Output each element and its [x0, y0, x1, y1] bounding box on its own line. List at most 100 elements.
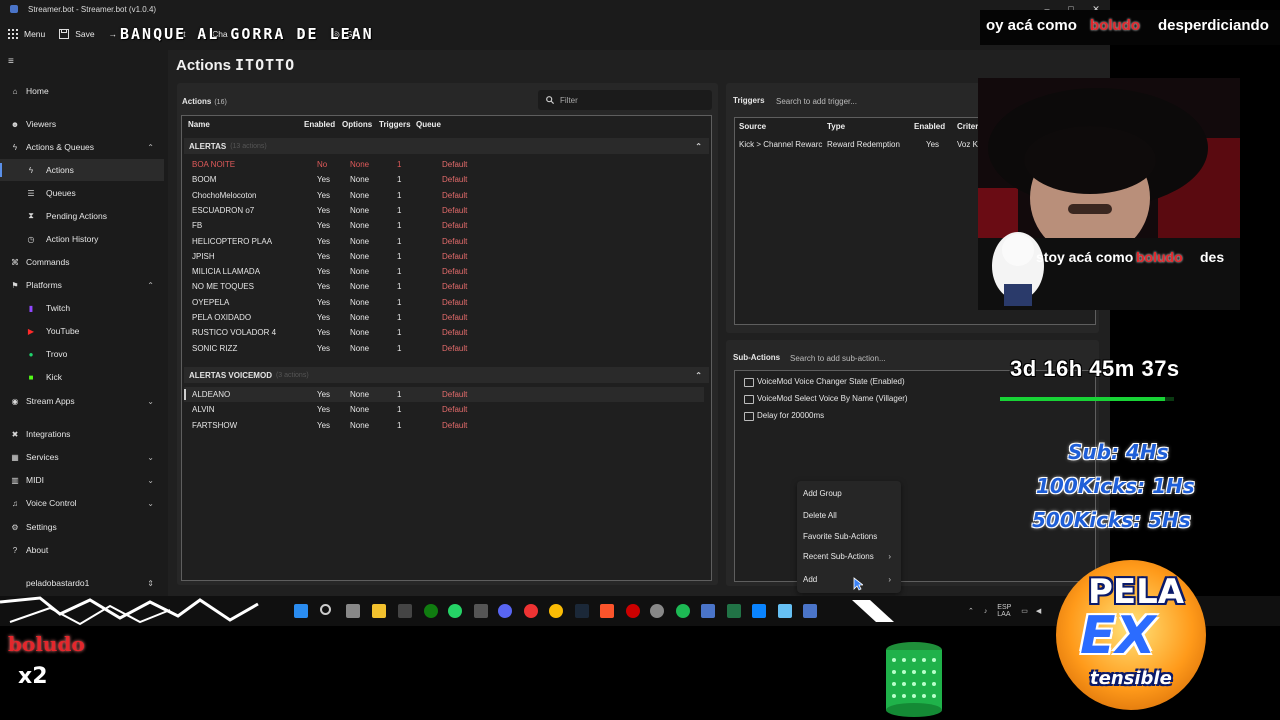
app-icon[interactable]	[524, 604, 538, 618]
col-header-triggers[interactable]: Triggers	[379, 120, 411, 129]
search-icon[interactable]	[320, 604, 331, 615]
app-icon[interactable]	[650, 604, 664, 618]
task-view-icon[interactable]	[346, 604, 360, 618]
table-row[interactable]: HELICOPTERO PLAA Yes None 1 Default	[184, 234, 704, 249]
table-row[interactable]: BOA NOITE No None 1 Default	[184, 157, 704, 172]
hamburger-icon[interactable]: ≡	[8, 56, 14, 67]
col-header-trigger-enabled[interactable]: Enabled	[914, 122, 945, 131]
trovo-icon: ●	[28, 349, 34, 359]
action-name: RUSTICO VOLADOR 4	[192, 328, 277, 338]
table-row[interactable]: SONIC RIZZ Yes None 1 Default	[184, 341, 704, 356]
menu-item-add-group[interactable]: Add Group	[803, 489, 895, 498]
col-header-source[interactable]: Source	[739, 122, 766, 131]
file-explorer-icon[interactable]	[372, 604, 386, 618]
save-button[interactable]: Save	[59, 29, 95, 39]
windows-start-icon[interactable]	[294, 604, 308, 618]
action-enabled: Yes	[317, 390, 331, 399]
network-icon[interactable]: ▭	[1021, 608, 1028, 615]
table-row[interactable]: ESCUADRON o7 Yes None 1 Default	[184, 203, 704, 218]
sidebar-item-platforms[interactable]: ⚑ Platforms ⌃	[0, 274, 164, 296]
menu-item-delete-all[interactable]: Delete All	[803, 511, 895, 520]
table-row[interactable]: FB Yes None 1 Default	[184, 218, 704, 233]
table-row[interactable]: ChochoMelocoton Yes None 1 Default	[184, 188, 704, 203]
chevron-down-icon: ⌄	[147, 475, 154, 485]
table-row[interactable]: ALVIN Yes None 1 Default	[184, 402, 704, 417]
streamerbot-icon[interactable]	[701, 604, 715, 618]
menu-item-recent-sub-actions[interactable]: Recent Sub-Actions ›	[803, 552, 895, 561]
sidebar-item-viewers[interactable]: ☻ Viewers	[0, 113, 164, 135]
sidebar-item-voice-control[interactable]: ♫ Voice Control ⌄	[0, 492, 164, 514]
volume-icon[interactable]: ◀	[1036, 608, 1041, 615]
sidebar-item-actions[interactable]: ϟ Actions	[0, 159, 164, 181]
steam-icon[interactable]	[778, 604, 792, 618]
tray-up-icon[interactable]: ⌃	[968, 608, 974, 615]
action-name: HELICOPTERO PLAA	[192, 236, 273, 246]
col-header-enabled[interactable]: Enabled	[304, 120, 335, 129]
table-row[interactable]: JPISH Yes None 1 Default	[184, 249, 704, 264]
table-row[interactable]: BOOM Yes None 1 Default	[184, 172, 704, 187]
app-icon[interactable]	[398, 604, 412, 618]
sub-action-item[interactable]: VoiceMod Voice Changer State (Enabled)	[744, 377, 905, 387]
whatsapp-icon[interactable]	[448, 604, 462, 618]
table-row[interactable]: RUSTICO VOLADOR 4 Yes None 1 Default	[184, 325, 704, 340]
app-icon[interactable]	[752, 604, 766, 618]
group-header-alertas-voicemod[interactable]: ALERTAS VOICEMOD (3 actions) ⌃	[184, 367, 709, 383]
language-indicator[interactable]: ESP LAA	[997, 604, 1011, 618]
table-row[interactable]: OYEPELA Yes None 1 Default	[184, 295, 704, 310]
spotify-icon[interactable]	[676, 604, 690, 618]
app-icon[interactable]	[727, 604, 741, 618]
discord-icon[interactable]	[498, 604, 512, 618]
sidebar-item-integrations[interactable]: ✖ Integrations	[0, 423, 164, 445]
app-icon[interactable]	[626, 604, 640, 618]
sidebar-item-home[interactable]: ⌂ Home	[0, 80, 164, 102]
sidebar-item-pending-actions[interactable]: ⧗ Pending Actions	[0, 205, 164, 227]
filter-input[interactable]: Filter	[538, 90, 712, 110]
sidebar-item-twitch[interactable]: ▮ Twitch	[0, 297, 164, 319]
menu-item-favorite-sub-actions[interactable]: Favorite Sub-Actions	[803, 532, 895, 541]
bolt-icon: ϟ	[28, 165, 34, 175]
col-header-options[interactable]: Options	[342, 120, 372, 129]
col-header-type[interactable]: Type	[827, 122, 845, 131]
sidebar-item-trovo[interactable]: ● Trovo	[0, 343, 164, 365]
table-row[interactable]: ALDEANO Yes None 1 Default	[184, 387, 704, 402]
sub-action-item[interactable]: Delay for 20000ms	[743, 411, 824, 421]
sidebar-item-stream-apps[interactable]: ◉ Stream Apps ⌄	[0, 390, 164, 412]
action-name: ALDEANO	[192, 390, 231, 399]
sidebar-item-youtube[interactable]: ▶ YouTube	[0, 320, 164, 342]
table-row[interactable]: NO ME TOQUES Yes None 1 Default	[184, 279, 704, 294]
steam-icon[interactable]	[575, 604, 589, 618]
table-row[interactable]: MILICIA LLAMADA Yes None 1 Default	[184, 264, 704, 279]
menu-item-add[interactable]: Add ›	[803, 575, 895, 584]
chevron-up-icon[interactable]: ⌃	[695, 142, 702, 151]
sidebar-item-queues[interactable]: ☰ Queues	[0, 182, 164, 204]
sidebar-item-settings[interactable]: ⚙ Settings	[0, 516, 164, 538]
badge-subtitle: tensible	[1090, 668, 1172, 689]
table-row[interactable]: PELA OXIDADO Yes None 1 Default	[184, 310, 704, 325]
sidebar-item-about[interactable]: ? About	[0, 539, 164, 561]
trigger-type: Reward Redemption	[827, 140, 900, 149]
sidebar-item-kick[interactable]: ■ Kick	[0, 366, 164, 388]
microphone-icon[interactable]: ♪	[984, 608, 988, 615]
sidebar-item-actions-queues[interactable]: ϟ Actions & Queues ⌃	[0, 136, 164, 158]
sidebar-item-commands[interactable]: ⌘ Commands	[0, 251, 164, 273]
table-row[interactable]: FARTSHOW Yes None 1 Default	[184, 418, 704, 433]
user-switcher[interactable]: peladobastardo1 ⇕	[0, 572, 164, 594]
sidebar: ≡ ⌂ Home ☻ Viewers ϟ Actions & Queues ⌃ ϟ Act…	[0, 50, 168, 596]
sidebar-item-midi[interactable]: ▥ MIDI ⌄	[0, 469, 164, 491]
brave-icon[interactable]	[600, 604, 614, 618]
sidebar-item-action-history[interactable]: ◷ Action History	[0, 228, 164, 250]
group-header-alertas[interactable]: ALERTAS (13 actions) ⌃	[184, 138, 709, 154]
app-icon[interactable]	[474, 604, 488, 618]
menu-button[interactable]: Menu	[8, 29, 45, 39]
streamerbot-icon[interactable]	[803, 604, 817, 618]
sidebar-item-services[interactable]: ▦ Services ⌄	[0, 446, 164, 468]
chevron-down-icon: ⌄	[147, 396, 154, 406]
sub-action-item[interactable]: VoiceMod Select Voice By Name (Villager)	[744, 394, 908, 404]
menu-item-label: Add Group	[803, 489, 842, 498]
system-tray[interactable]: ⌃ ♪ ESP LAA ▭ ◀	[968, 604, 1041, 618]
chevron-up-icon[interactable]: ⌃	[695, 371, 702, 380]
chrome-icon[interactable]	[549, 604, 563, 618]
col-header-queue[interactable]: Queue	[416, 120, 441, 129]
xbox-icon[interactable]	[424, 604, 438, 618]
col-header-name[interactable]: Name	[188, 120, 210, 129]
